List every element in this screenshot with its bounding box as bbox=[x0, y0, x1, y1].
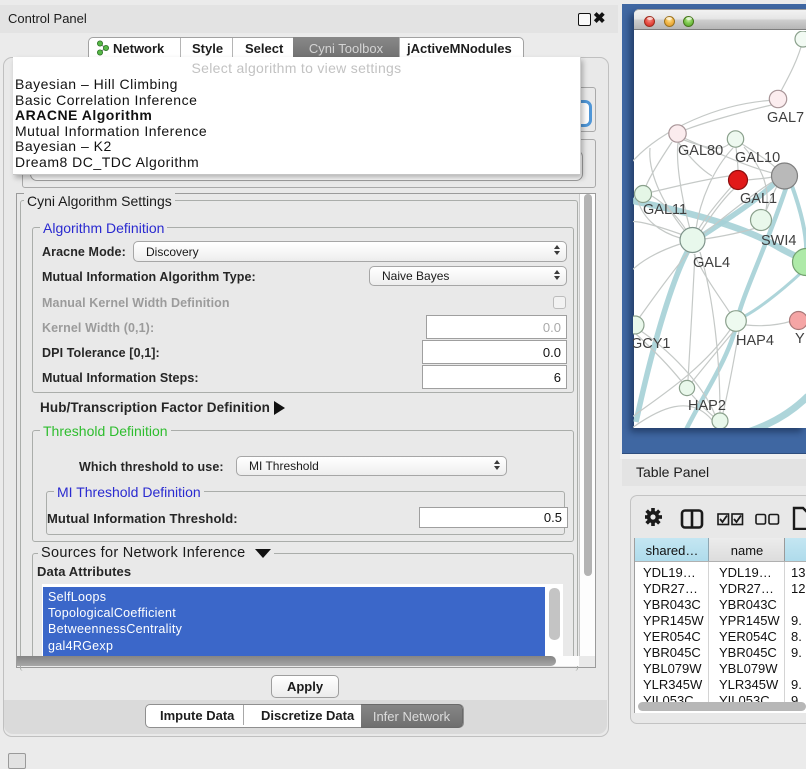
svg-text:GAL10: GAL10 bbox=[735, 150, 780, 166]
svg-text:HAP4: HAP4 bbox=[736, 333, 774, 349]
svg-text:GAL80: GAL80 bbox=[678, 143, 723, 159]
svg-text:GAL4: GAL4 bbox=[693, 255, 730, 271]
svg-text:SWI4: SWI4 bbox=[761, 233, 796, 249]
svg-text:Y: Y bbox=[795, 331, 805, 347]
svg-text:HAP2: HAP2 bbox=[688, 398, 726, 414]
svg-text:GAL1: GAL1 bbox=[740, 191, 777, 207]
svg-text:GCY1: GCY1 bbox=[633, 336, 671, 352]
svg-text:GAL11: GAL11 bbox=[643, 202, 687, 218]
svg-text:GAL7: GAL7 bbox=[767, 110, 804, 126]
